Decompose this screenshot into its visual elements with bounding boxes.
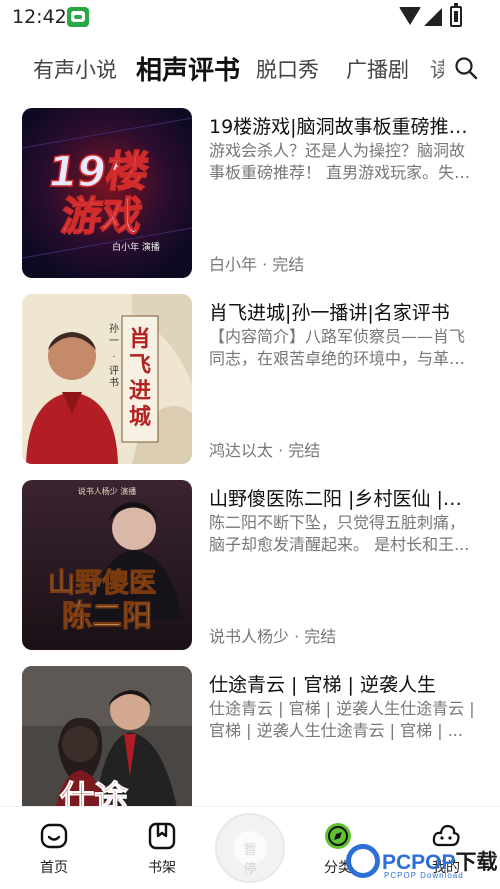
- category-tabs: 有声小说 相声评书 脱口秀 广播剧 读: [0, 44, 500, 92]
- album-cover[interactable]: 肖飞进城 孙一·评书: [22, 294, 192, 464]
- album-description: 游戏会杀人？还是人为操控？脑洞故事板重磅推荐！ 直男游戏玩家。失忆...: [209, 141, 466, 182]
- album-meta: 说书人杨少 · 完结: [209, 627, 337, 646]
- list-item[interactable]: 肖飞进城 孙一·评书 肖飞进城|孙一播讲|名家评书 【内容简介】八路军侦察员——…: [0, 294, 500, 464]
- album-cover[interactable]: 19楼 游戏 白小年 演播: [22, 108, 192, 278]
- player-label: 暂停: [243, 843, 275, 877]
- cover-art-19-floor-game: 19楼 游戏 白小年 演播: [22, 108, 192, 278]
- status-time: 12:42: [12, 6, 67, 28]
- nav-home-label: 首页: [40, 860, 68, 876]
- cover-title: 肖飞进城: [129, 327, 151, 430]
- app-notification-icon: [67, 7, 89, 27]
- cover-title-line-1: 山野傻医: [48, 568, 156, 599]
- cover-title-line-2: 游戏: [58, 194, 144, 240]
- album-meta: 鸿达以太 · 完结: [209, 441, 321, 460]
- pcpop-download-watermark: PCPOP下载 PCPOP Download: [346, 840, 500, 889]
- album-title[interactable]: 肖飞进城|孙一播讲|名家评书: [209, 298, 479, 325]
- album-description: 【内容简介】八路军侦察员——肖飞同志，在艰苦卓绝的环境中，与革命...: [209, 327, 466, 368]
- bookshelf-icon: [148, 822, 176, 850]
- album-description: 仕途青云 | 官梯 | 逆袭人生仕途青云 | 官梯 | 逆袭人生仕途青云 | 官…: [209, 699, 475, 740]
- player-button[interactable]: 暂停: [215, 813, 285, 883]
- cover-credit: 说书人杨少 演播: [78, 486, 137, 496]
- watermark-subtext: PCPOP Download: [384, 871, 464, 880]
- home-icon: [40, 823, 68, 849]
- cover-credit: 白小年 演播: [112, 241, 160, 253]
- album-title[interactable]: 仕途青云 | 官梯 | 逆袭人生: [209, 670, 479, 697]
- cover-art-xiaofei-enters-city: 肖飞进城 孙一·评书: [22, 294, 192, 464]
- album-meta: 白小年 · 完结: [209, 255, 305, 274]
- cover-title-line-2: 陈二阳: [62, 599, 152, 634]
- list-item[interactable]: 说书人杨少 演播 山野傻医 陈二阳 山野傻医陈二阳 |乡村医仙 |【... 陈二…: [0, 480, 500, 650]
- tab-talk-show[interactable]: 脱口秀: [256, 54, 319, 84]
- list-item[interactable]: 19楼 游戏 白小年 演播 19楼游戏|脑洞故事板重磅推荐！ 游戏会杀人？还是人…: [0, 108, 500, 278]
- tab-crosstalk-storytelling[interactable]: 相声评书: [136, 50, 240, 87]
- wifi-icon: [399, 7, 421, 25]
- nav-bookshelf-label: 书架: [148, 860, 176, 876]
- tab-audio-novel[interactable]: 有声小说: [33, 54, 117, 84]
- album-title[interactable]: 19楼游戏|脑洞故事板重磅推荐！: [209, 112, 479, 139]
- cover-art-village-doctor: 说书人杨少 演播 山野傻医 陈二阳: [22, 480, 192, 650]
- tab-partial[interactable]: 读: [430, 54, 444, 82]
- album-description: 陈二阳不断下坠，只觉得五脏刺痛，脑子却愈发清醒起来。 是村长和王...: [209, 513, 470, 554]
- signal-icon: [424, 8, 442, 26]
- nav-bookshelf[interactable]: 书架: [132, 821, 192, 877]
- album-title[interactable]: 山野傻医陈二阳 |乡村医仙 |【...: [209, 484, 479, 511]
- nav-home[interactable]: 首页: [24, 821, 84, 877]
- battery-icon: [450, 3, 462, 27]
- watermark-logo-icon: [346, 844, 380, 878]
- cover-title-line-1: 19楼: [44, 147, 151, 196]
- search-icon[interactable]: [454, 56, 478, 80]
- status-bar: 12:42: [0, 0, 500, 34]
- tab-radio-drama[interactable]: 广播剧: [346, 54, 409, 84]
- album-cover[interactable]: 说书人杨少 演播 山野傻医 陈二阳: [22, 480, 192, 650]
